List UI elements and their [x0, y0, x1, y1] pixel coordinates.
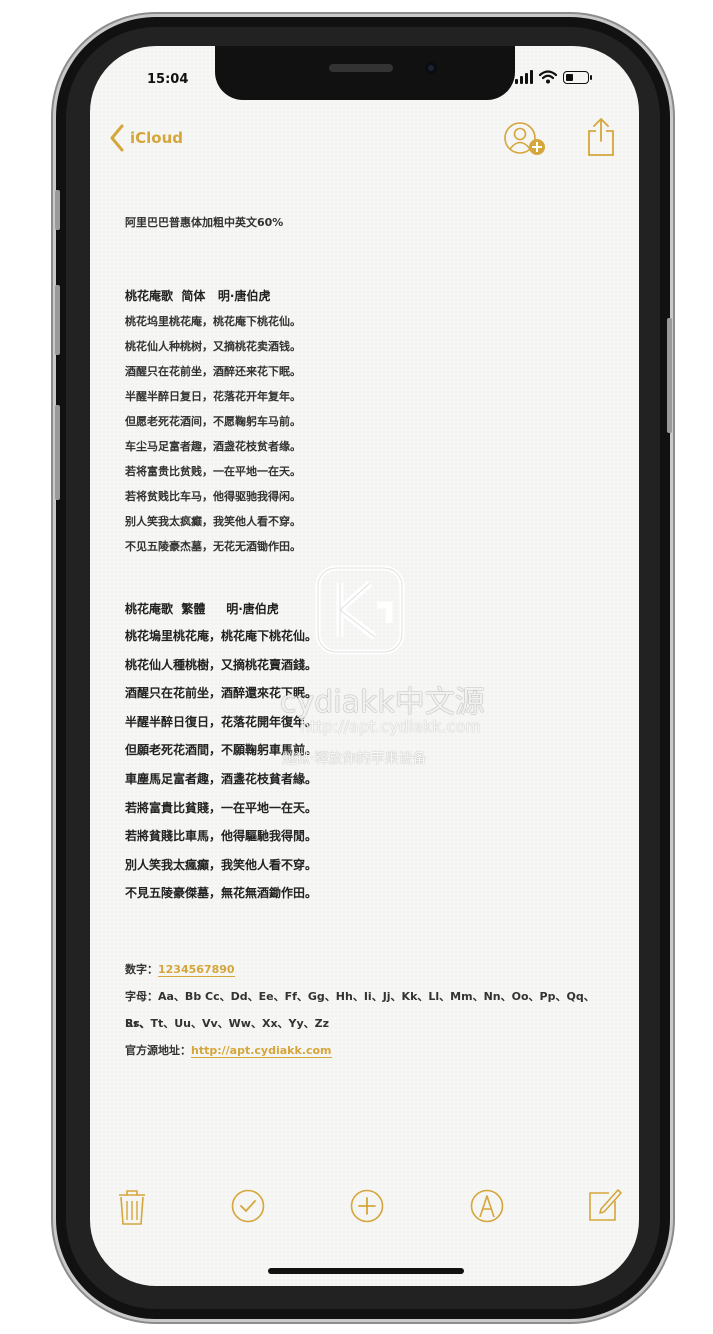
source-url-link[interactable]: http://apt.cydiakk.com	[191, 1043, 332, 1058]
checklist-button[interactable]	[230, 1188, 266, 1228]
status-time: 15:04	[147, 72, 189, 87]
add-people-button[interactable]	[502, 120, 550, 162]
simplified-lines: 桃花坞里桃花庵，桃花庵下桃花仙。 桃花仙人种桃树，又摘桃花卖酒钱。 酒醒只在花前…	[125, 309, 605, 559]
poem-line: 酒醒只在花前坐，酒醉还来花下眠。	[125, 365, 301, 378]
back-button[interactable]: iCloud	[110, 124, 183, 152]
battery-icon	[563, 70, 592, 84]
poem-line: 桃花仙人種桃樹，又摘桃花賣酒錢。	[125, 657, 318, 672]
markup-button[interactable]	[469, 1188, 505, 1228]
numbers-label: 数字：	[125, 962, 158, 976]
poem-line: 若將富貴比貧賤，一在平地一在天。	[125, 800, 318, 815]
poem-line: 半醒半醉日复日，花落花开年复年。	[125, 390, 301, 403]
source-line: 官方源地址：http://apt.cydiakk.com	[125, 1037, 605, 1064]
notch	[215, 46, 515, 100]
volume-up-button	[55, 285, 60, 355]
back-label: iCloud	[130, 129, 184, 147]
poem-line: 車塵馬足富者趣，酒盞花枝貧者緣。	[125, 771, 318, 786]
status-icons	[515, 70, 592, 84]
poem-line: 但願老死花酒間，不願鞠躬車馬前。	[125, 743, 318, 758]
poem-line: 别人笑我太疯癫，我笑他人看不穿。	[125, 515, 301, 528]
power-button	[667, 318, 672, 433]
note-body[interactable]: 阿里巴巴普惠体加粗中英文60% 桃花庵歌 简体 明·唐伯虎 桃花坞里桃花庵，桃花…	[125, 212, 605, 1064]
numbers-line: 数字：1234567890	[125, 956, 605, 983]
notes-screen: 15:04 iCloud 阿里巴巴普惠体加粗中英文60% 桃花庵歌 简体 明·唐…	[90, 46, 639, 1286]
poem-line: 半醒半醉日復日，花落花開年復年。	[125, 714, 318, 729]
volume-down-button	[55, 405, 60, 500]
delete-button[interactable]	[117, 1188, 147, 1230]
traditional-heading: 桃花庵歌 繁體 明·唐伯虎	[125, 602, 279, 616]
letters-line-1: 字母：Aa、Bb Cc、Dd、Ee、Ff、Gg、Hh、Ii、Jj、Kk、Ll、M…	[125, 989, 595, 1030]
poem-line: 酒醒只在花前坐，酒醉還來花下眠。	[125, 686, 318, 701]
poem-line: 不見五陵豪傑墓，無花無酒鋤作田。	[125, 886, 318, 901]
simplified-heading: 桃花庵歌 简体 明·唐伯虎	[125, 289, 271, 303]
battery-level	[566, 73, 573, 81]
share-button[interactable]	[587, 117, 615, 161]
cellular-signal-icon	[515, 70, 533, 84]
compose-icon	[589, 1189, 622, 1221]
note-title: 阿里巴巴普惠体加粗中英文60%	[125, 216, 284, 229]
source-label: 官方源地址：	[125, 1043, 191, 1057]
letters-line-2: Ss、Tt、Uu、Vv、Ww、Xx、Yy、Zz	[125, 1016, 330, 1030]
poem-line: 桃花坞里桃花庵，桃花庵下桃花仙。	[125, 315, 301, 328]
checkmark-circle-icon	[231, 1189, 265, 1223]
poem-line: 但愿老死花酒间，不愿鞠躬车马前。	[125, 415, 301, 428]
share-icon	[588, 118, 614, 156]
add-person-icon	[504, 122, 545, 155]
mute-switch	[55, 190, 60, 230]
poem-line: 若将富贵比贫贱，一在平地一在天。	[125, 465, 301, 478]
poem-line: 桃花塢里桃花庵，桃花庵下桃花仙。	[125, 629, 318, 643]
chevron-left-icon	[110, 124, 124, 152]
earpiece-speaker	[329, 64, 393, 72]
wifi-icon	[539, 70, 557, 84]
phone-number-link[interactable]: 1234567890	[158, 962, 235, 977]
trash-icon	[119, 1190, 145, 1225]
front-camera	[425, 62, 437, 74]
poem-line: 不见五陵豪杰墓，无花无酒锄作田。	[125, 540, 301, 553]
plus-circle-icon	[350, 1189, 384, 1223]
poem-line: 若将贫贱比车马，他得驱驰我得闲。	[125, 490, 301, 503]
poem-line: 若將貧賤比車馬，他得驅馳我得閒。	[125, 829, 318, 844]
poem-line: 桃花仙人种桃树，又摘桃花卖酒钱。	[125, 340, 301, 353]
bottom-toolbar	[90, 1188, 639, 1228]
home-indicator[interactable]	[268, 1268, 464, 1274]
pen-circle-icon	[470, 1189, 504, 1223]
traditional-lines: 桃花塢里桃花庵，桃花庵下桃花仙。 桃花仙人種桃樹，又摘桃花賣酒錢。 酒醒只在花前…	[125, 622, 605, 908]
poem-line: 车尘马足富者趣，酒盏花枝贫者缘。	[125, 440, 301, 453]
poem-line: 別人笑我太瘋癲，我笑他人看不穿。	[125, 857, 318, 872]
add-button[interactable]	[349, 1188, 385, 1228]
compose-button[interactable]	[587, 1185, 623, 1227]
